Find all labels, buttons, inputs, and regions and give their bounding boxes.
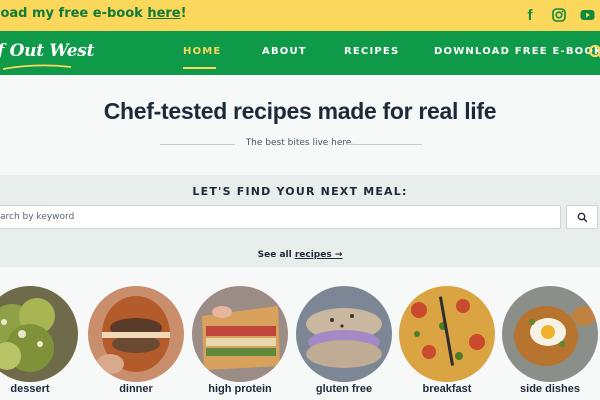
tagline-divider-right <box>346 144 422 145</box>
category-image-side-dishes[interactable] <box>502 286 598 382</box>
category-image-dessert[interactable] <box>0 286 78 382</box>
nav-item-download-ebook[interactable]: DOWNLOAD FREE E-BOOK <box>434 46 600 57</box>
nav-item-recipes[interactable]: RECIPES <box>344 46 399 57</box>
youtube-icon[interactable] <box>579 7 595 23</box>
category-label-dinner[interactable]: dinner <box>81 383 191 395</box>
category-image-high-protein[interactable] <box>192 286 288 382</box>
category-image-dinner[interactable] <box>88 286 184 382</box>
search-submit-button[interactable] <box>566 205 598 229</box>
category-label-breakfast[interactable]: breakfast <box>392 383 502 395</box>
promo-text: load my free e-book here! <box>0 6 187 21</box>
nav-item-about[interactable]: ABOUT <box>262 46 307 57</box>
search-heading: LET'S FIND YOUR NEXT MEAL: <box>192 185 408 198</box>
category-label-dessert[interactable]: dessert <box>0 383 85 395</box>
category-label-gluten-free[interactable]: gluten free <box>289 383 399 395</box>
search-icon[interactable] <box>588 44 600 62</box>
category-label-high-protein[interactable]: high protein <box>185 383 295 395</box>
see-all-recipes-link[interactable]: recipes → <box>295 250 343 260</box>
nav-item-home[interactable]: HOME <box>183 46 221 57</box>
nav-active-indicator <box>183 67 216 69</box>
see-all-prefix: See all <box>257 250 295 260</box>
promo-text-end: ! <box>180 6 187 21</box>
promo-text-start: load my free e-book <box>0 6 148 21</box>
promo-link[interactable]: here <box>147 6 180 21</box>
logo-swoosh-icon <box>2 64 72 70</box>
site-logo[interactable]: f Out West <box>0 41 94 61</box>
main-nav: f Out West HOME ABOUT RECIPES DOWNLOAD F… <box>0 31 600 75</box>
promo-bar: load my free e-book here! f <box>0 0 600 31</box>
search-input[interactable] <box>0 205 561 229</box>
page-title: Chef-tested recipes made for real life <box>103 98 497 124</box>
facebook-icon[interactable]: f <box>522 7 538 24</box>
category-image-breakfast[interactable] <box>399 286 495 382</box>
tagline: The best bites live here. <box>245 138 355 148</box>
category-label-side-dishes[interactable]: side dishes <box>495 383 600 395</box>
magnifier-icon <box>577 212 587 222</box>
category-image-gluten-free[interactable] <box>296 286 392 382</box>
instagram-icon[interactable] <box>551 7 567 23</box>
see-all-recipes: See all recipes → <box>0 250 600 260</box>
